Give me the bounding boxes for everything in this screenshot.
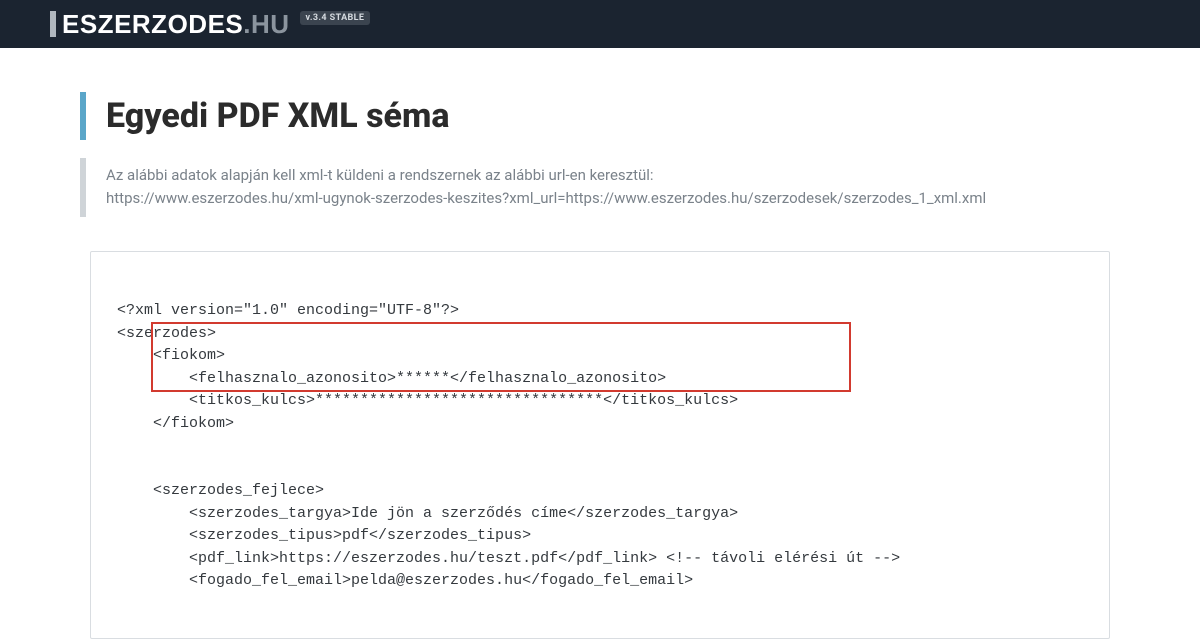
code-line: <szerzodes_fejlece> (117, 482, 324, 499)
code-line: <felhasznalo_azonosito>******</felhaszna… (117, 370, 666, 387)
code-line: </fiokom> (117, 415, 234, 432)
page-title: Egyedi PDF XML séma (106, 96, 1120, 136)
page-title-block: Egyedi PDF XML séma (80, 92, 1120, 140)
logo-tld-text: .HU (243, 11, 289, 37)
code-line: <pdf_link>https://eszerzodes.hu/teszt.pd… (117, 550, 900, 567)
page-content: Egyedi PDF XML séma Az alábbi adatok ala… (0, 48, 1200, 639)
code-line: <fiokom> (117, 347, 225, 364)
code-line: <szerzodes_tipus>pdf</szerzodes_tipus> (117, 527, 531, 544)
code-line: <?xml version="1.0" encoding="UTF-8"?> (117, 302, 459, 319)
code-line: <szerzodes_targya>Ide jön a szerződés cí… (117, 505, 738, 522)
logo-accent-bar (50, 11, 56, 37)
code-line: <titkos_kulcs>**************************… (117, 392, 738, 409)
xml-code-block[interactable]: <?xml version="1.0" encoding="UTF-8"?> <… (117, 278, 1083, 638)
xml-code-card: <?xml version="1.0" encoding="UTF-8"?> <… (90, 251, 1110, 639)
desc-line-2: https://www.eszerzodes.hu/xml-ugynok-sze… (106, 187, 1120, 210)
code-blank-line (117, 435, 1083, 458)
brand-logo[interactable]: ESZERZODES.HU v.3.4 STABLE (50, 11, 370, 37)
logo-main-text: ESZERZODES (62, 11, 243, 37)
page-description: Az alábbi adatok alapján kell xml-t küld… (80, 158, 1120, 217)
code-line: <fogado_fel_email>pelda@eszerzodes.hu</f… (117, 572, 693, 589)
desc-line-1: Az alábbi adatok alapján kell xml-t küld… (106, 164, 1120, 187)
code-line: <szerzodes> (117, 325, 216, 342)
app-header: ESZERZODES.HU v.3.4 STABLE (0, 0, 1200, 48)
logo-text: ESZERZODES.HU (50, 11, 290, 37)
version-badge: v.3.4 STABLE (300, 11, 371, 25)
